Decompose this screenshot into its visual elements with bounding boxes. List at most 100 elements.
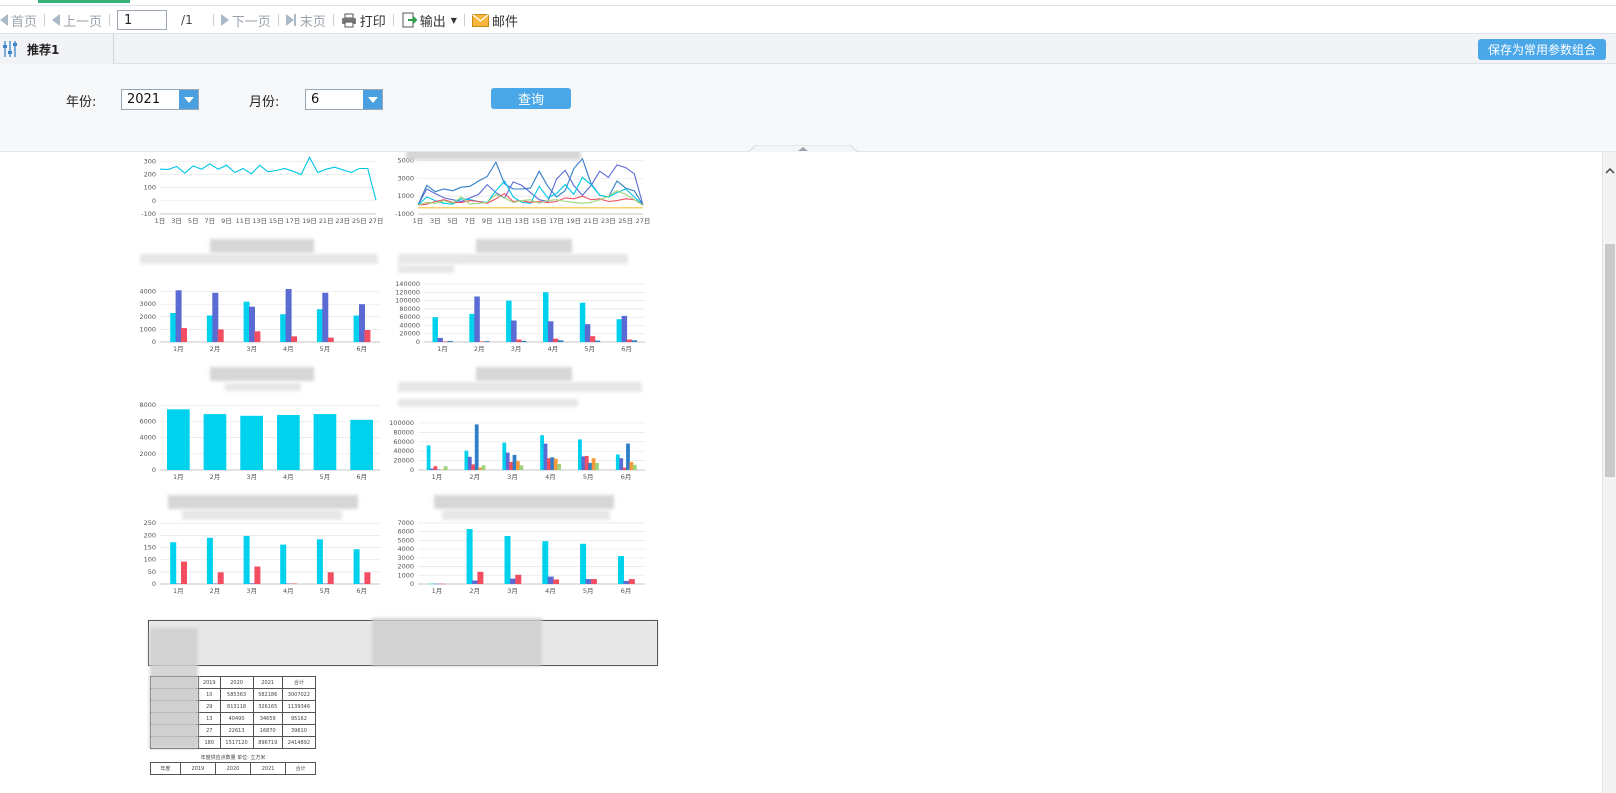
param-tab-bar: 推荐1 保存为常用参数组合 <box>0 33 1616 64</box>
bar <box>467 456 472 470</box>
bar <box>469 313 475 342</box>
bar <box>217 329 224 342</box>
x-tick-label: 5月 <box>584 345 595 353</box>
table-cell: 2020 <box>214 762 252 775</box>
table-cell: 896719 <box>252 736 283 749</box>
chevron-down-icon[interactable] <box>179 90 198 109</box>
month-value: 6 <box>311 92 320 107</box>
query-button[interactable]: 查询 <box>491 88 571 109</box>
bar <box>589 336 596 342</box>
bar <box>628 579 635 584</box>
redacted-table-labels <box>150 676 198 748</box>
x-tick-label: 5日 <box>188 217 199 225</box>
x-tick-label: 27日 <box>636 217 651 225</box>
bar <box>285 583 292 584</box>
x-tick-label: 5月 <box>320 345 331 353</box>
tab-recommend-1-label: 推荐1 <box>27 42 60 57</box>
redacted-legend <box>225 383 301 391</box>
vertical-scrollbar[interactable] <box>1602 152 1616 793</box>
bar <box>590 579 597 584</box>
x-tick-label: 21日 <box>319 217 334 225</box>
table-cell: 2414892 <box>281 736 317 749</box>
y-tick-label: 0 <box>410 580 414 588</box>
print-button[interactable]: 打印 <box>341 9 386 31</box>
x-tick-label: 4月 <box>283 473 294 481</box>
table-cell: 34659 <box>252 712 283 725</box>
x-tick-label: 5月 <box>583 587 594 595</box>
y-tick-label: 80000 <box>393 428 414 436</box>
bar <box>618 556 624 584</box>
y-tick-label: 60000 <box>393 438 414 446</box>
last-page-button[interactable]: 末页 <box>285 9 326 31</box>
prev-page-button[interactable]: 上一页 <box>52 9 102 31</box>
x-tick-label: 4月 <box>545 473 556 481</box>
bar <box>249 583 255 584</box>
chevron-down-icon[interactable] <box>363 90 382 109</box>
first-page-button[interactable]: 首页 <box>0 9 37 31</box>
panel-collapse-handle[interactable] <box>744 143 862 155</box>
redacted-title <box>406 152 581 160</box>
bar <box>553 579 560 584</box>
x-tick-label: 2月 <box>210 345 221 353</box>
x-tick-label: 3日 <box>171 217 182 225</box>
month-select[interactable]: 6 <box>305 89 383 110</box>
x-tick-label: 7日 <box>205 217 216 225</box>
scroll-thumb[interactable] <box>1605 244 1615 477</box>
bar <box>506 300 512 342</box>
y-tick-label: 8000 <box>139 401 156 409</box>
bar <box>364 572 371 584</box>
bar <box>285 289 292 342</box>
table-cell: 2019 <box>198 676 221 689</box>
x-tick-label: 4月 <box>548 345 559 353</box>
bar <box>436 469 441 470</box>
page-number-input[interactable] <box>117 10 168 30</box>
last-page-icon <box>285 14 297 26</box>
x-tick-label: 1月 <box>173 473 184 481</box>
table-cell: 2021 <box>250 762 287 775</box>
redacted-title <box>210 239 314 253</box>
bar <box>433 466 438 470</box>
bar <box>505 452 510 470</box>
save-param-combo-button[interactable]: 保存为常用参数组合 <box>1477 39 1606 60</box>
mail-button[interactable]: 邮件 <box>471 9 518 31</box>
redacted-title <box>476 367 572 381</box>
x-tick-label: 2月 <box>474 345 485 353</box>
next-page-label: 下一页 <box>231 14 271 30</box>
year-select[interactable]: 2021 <box>121 89 199 110</box>
next-page-button[interactable]: 下一页 <box>220 9 271 31</box>
x-tick-label: 9日 <box>482 217 493 225</box>
redacted-title <box>434 495 614 509</box>
bar <box>181 328 187 342</box>
x-tick-label: 1日 <box>413 217 424 225</box>
scroll-up-icon[interactable] <box>1605 166 1615 176</box>
table-cell: 合计 <box>285 762 316 775</box>
x-tick-label: 4月 <box>545 587 556 595</box>
bar <box>443 466 448 470</box>
table-cell: 326165 <box>252 700 283 713</box>
sliders-icon[interactable] <box>2 40 18 58</box>
month-label: 月份: <box>249 95 280 110</box>
y-tick-label: -1000 <box>395 210 414 218</box>
bar <box>504 536 511 584</box>
bar <box>471 464 476 470</box>
series-line <box>159 156 377 201</box>
y-tick-label: 2000 <box>139 313 156 321</box>
table-cell: 813118 <box>219 700 254 713</box>
bar <box>581 456 586 470</box>
redacted-legend <box>398 382 642 392</box>
bar <box>291 336 297 342</box>
export-button[interactable]: 输出 ▼ <box>401 9 457 31</box>
bar <box>594 340 601 342</box>
bar <box>477 571 484 584</box>
report-charts: -10001002003001日 3日 5日 7日 9日 11日 13日 15日 17日 19日 2… <box>139 156 651 595</box>
bar <box>512 454 517 470</box>
x-tick-label: 7日 <box>465 217 476 225</box>
x-tick-label: 3日 <box>430 217 441 225</box>
bar <box>547 321 554 342</box>
bar <box>291 583 297 584</box>
tab-recommend-1[interactable]: 推荐1 <box>0 34 114 64</box>
table-cell: 2020 <box>219 676 254 689</box>
y-tick-label: 40000 <box>393 447 414 455</box>
bar <box>547 576 554 584</box>
x-tick-label: 3月 <box>507 587 518 595</box>
